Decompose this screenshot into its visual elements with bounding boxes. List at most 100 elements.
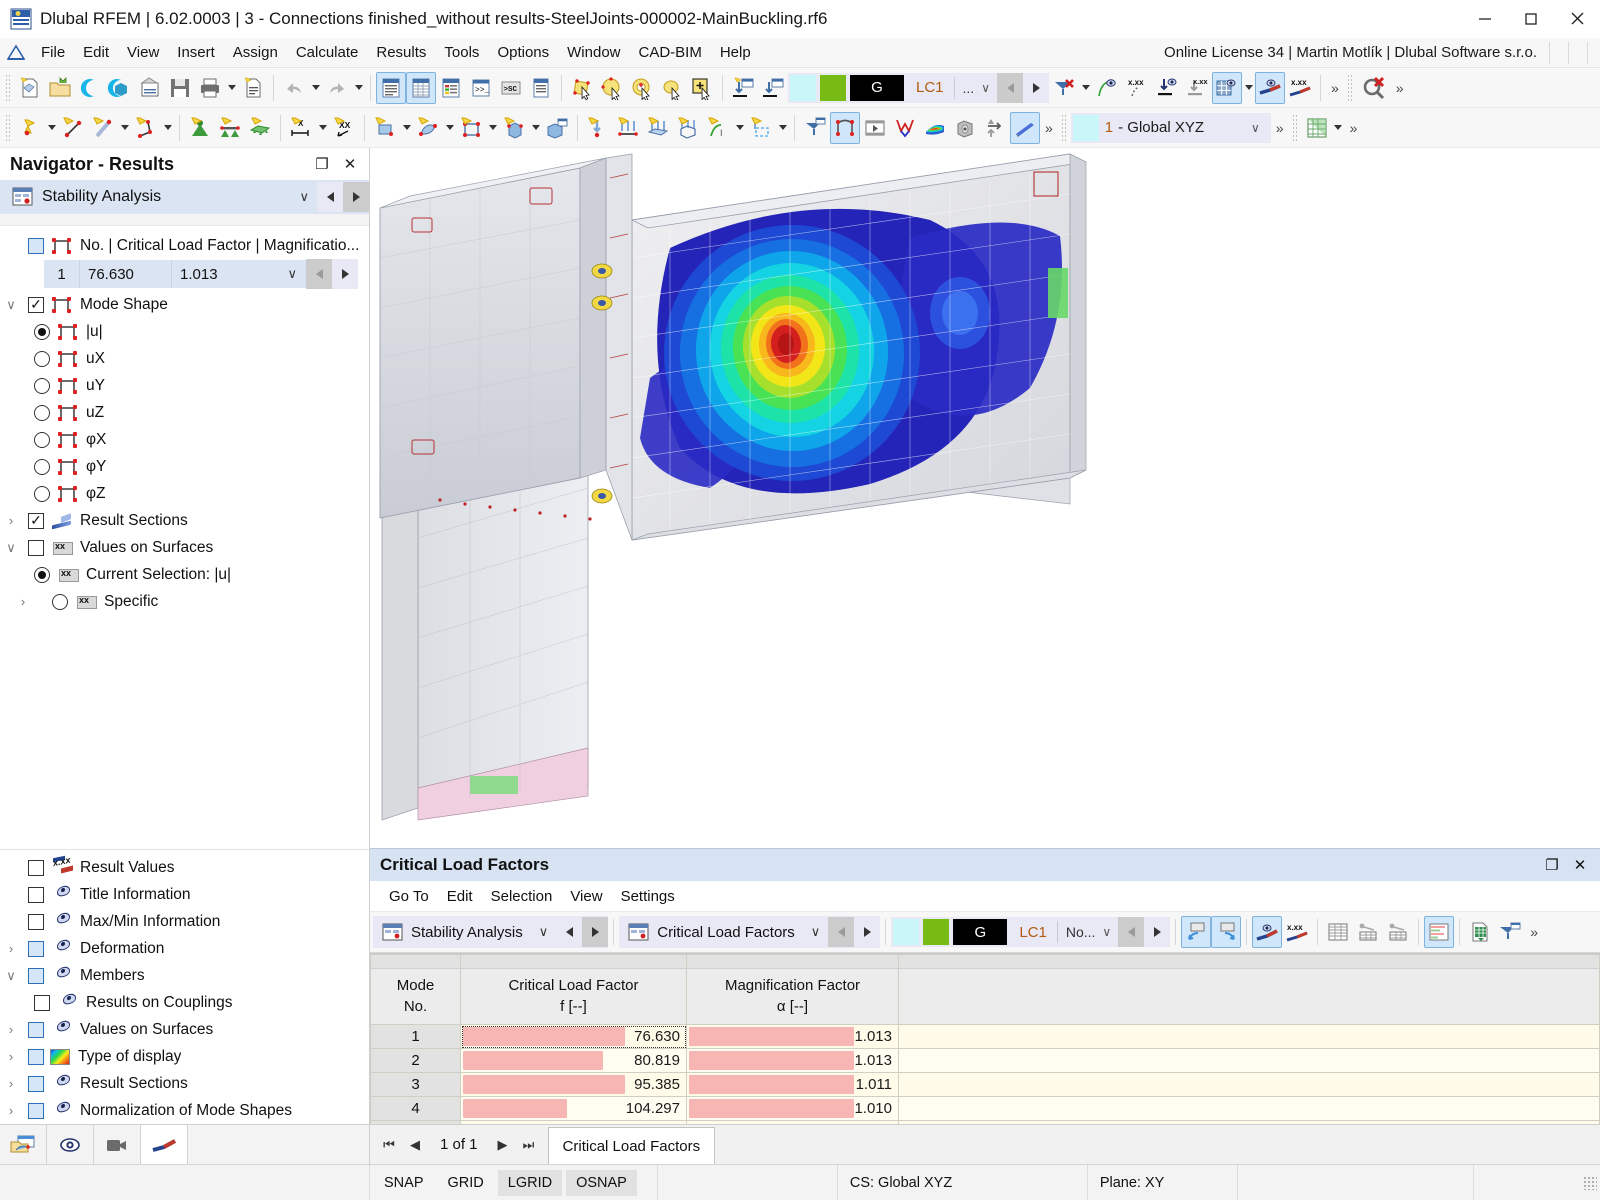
imposed-deformation-icon[interactable] <box>746 112 776 144</box>
pager-prev-button[interactable]: ◀ <box>402 1130 428 1160</box>
tree-item-type-of-display[interactable]: › Type of display <box>0 1043 369 1070</box>
maximize-button[interactable] <box>1508 0 1554 38</box>
new-curved-surface-dropdown-caret[interactable] <box>443 112 456 144</box>
tree-item-members[interactable]: ∨ Members <box>0 962 369 989</box>
load-case-next-button[interactable] <box>1023 72 1049 103</box>
results-panel-undock-icon[interactable]: ❐ <box>1538 851 1566 879</box>
checkbox-mode-shape[interactable] <box>28 296 44 313</box>
checkbox-type-of-display[interactable] <box>28 1048 44 1065</box>
print-icon[interactable] <box>195 72 225 104</box>
tree-expander-specific[interactable]: › <box>0 594 46 609</box>
status-coordinate-system[interactable]: CS: Global XYZ <box>836 1164 1087 1200</box>
minimize-button[interactable] <box>1462 0 1508 38</box>
new-curved-surface-icon[interactable] <box>413 112 443 144</box>
radio-phiy[interactable] <box>34 458 50 475</box>
menu-options[interactable]: Options <box>488 40 558 65</box>
new-node-dropdown-caret[interactable] <box>45 112 58 144</box>
load-case-import-icon[interactable] <box>758 72 788 104</box>
open-folder-icon[interactable] <box>45 72 75 104</box>
tree-item-normalization-of-mode-shapes[interactable]: › Normalization of Mode Shapes <box>0 1097 369 1124</box>
tree-expander-values-on-surfaces-display[interactable]: › <box>0 1022 22 1037</box>
redo-dropdown-caret[interactable] <box>352 72 365 104</box>
show-deformation-icon[interactable] <box>830 111 860 144</box>
tree-item-ux[interactable]: uX <box>0 345 369 372</box>
new-member-icon[interactable] <box>88 112 118 144</box>
surfaces-display-icon[interactable] <box>1212 71 1242 104</box>
surfaces-display-dropdown-caret[interactable] <box>1242 72 1255 104</box>
pager-next-button[interactable]: ▶ <box>490 1130 516 1160</box>
results-load-case-selector[interactable]: G LC1 No... ∨ <box>891 917 1119 947</box>
bar-chart-view-icon[interactable] <box>1424 916 1455 948</box>
result-values-xxx-icon[interactable]: x.xx <box>1122 72 1152 104</box>
results-menu-go-to[interactable]: Go To <box>380 885 438 908</box>
support-reactions-icon[interactable] <box>980 112 1010 144</box>
radio-u-abs[interactable] <box>34 323 50 340</box>
table-view-filtered-icon[interactable] <box>1383 916 1413 948</box>
new-member-dropdown-caret[interactable] <box>118 112 131 144</box>
show-result-values-table-icon[interactable]: x.xx <box>1282 916 1312 948</box>
checkbox-results-on-couplings[interactable] <box>34 994 50 1011</box>
tree-expander-mode-shape[interactable]: ∨ <box>0 297 22 313</box>
tree-item-phiz[interactable]: φZ <box>0 480 369 507</box>
undo-icon[interactable] <box>279 72 309 104</box>
nodal-load-icon[interactable] <box>583 112 613 144</box>
deformation-eye-icon[interactable] <box>1152 72 1182 104</box>
model-viewport-3d[interactable] <box>370 148 1600 848</box>
export-dropdown-caret[interactable] <box>1332 112 1345 144</box>
menu-file[interactable]: File <box>32 40 74 65</box>
radio-current-selection[interactable] <box>34 566 50 583</box>
tree-expander-values-on-surfaces[interactable]: ∨ <box>0 540 22 556</box>
new-surface-dropdown-caret[interactable] <box>400 112 413 144</box>
tree-item-results-on-couplings[interactable]: Results on Couplings <box>0 989 369 1016</box>
cell-critical-load-factor[interactable]: 80.819 <box>460 1048 687 1073</box>
checkbox-deformation[interactable] <box>28 940 44 957</box>
chevron-down-icon[interactable]: ∨ <box>278 266 306 282</box>
model-info-icon[interactable] <box>135 72 165 104</box>
coordinate-system-selector[interactable]: 1 - Global XYZ ∨ <box>1070 112 1271 143</box>
chevron-down-icon[interactable]: ∨ <box>803 924 829 940</box>
checkbox-normalization[interactable] <box>28 1102 44 1119</box>
radio-uy[interactable] <box>34 377 50 394</box>
clear-search-results-icon[interactable] <box>1357 72 1391 104</box>
toolbar-overflow-chevron-3[interactable]: » <box>1040 120 1058 136</box>
chevron-down-icon[interactable]: ∨ <box>531 924 557 940</box>
cell-magnification-factor[interactable]: 1.010 <box>686 1096 899 1121</box>
dimension-icon[interactable]: X <box>286 112 316 144</box>
close-button[interactable] <box>1554 0 1600 38</box>
save-icon[interactable] <box>165 72 195 104</box>
script-console-icon[interactable]: >SC <box>496 72 526 104</box>
menu-cad-bim[interactable]: CAD-BIM <box>630 40 711 65</box>
table-row[interactable]: 3 95.385 1.011 <box>370 1072 1600 1097</box>
tree-item-deformation[interactable]: › Deformation <box>0 935 369 962</box>
toolbar-grip[interactable] <box>1060 113 1068 142</box>
chevron-down-icon[interactable]: ∨ <box>1095 925 1118 939</box>
tree-item-mode-shape[interactable]: ∨ Mode Shape <box>0 291 369 318</box>
tree-item-result-values[interactable]: Result Values <box>0 854 369 881</box>
animation-icon[interactable] <box>860 112 890 144</box>
new-load-case-icon[interactable] <box>728 72 758 104</box>
new-node-icon[interactable] <box>15 112 45 144</box>
menu-edit[interactable]: Edit <box>74 40 118 65</box>
text-annotation-icon[interactable]: XX <box>329 112 359 144</box>
cell-magnification-factor[interactable]: 1.013 <box>686 1024 899 1049</box>
toolbar-grip[interactable] <box>5 113 12 142</box>
print-dropdown-caret[interactable] <box>225 72 238 104</box>
tree-item-title-information[interactable]: Title Information <box>0 881 369 908</box>
results-menu-settings[interactable]: Settings <box>612 885 684 908</box>
cloud-open-icon[interactable] <box>75 72 105 104</box>
printout-report-icon[interactable] <box>238 72 268 104</box>
status-snap-button[interactable]: SNAP <box>374 1170 434 1196</box>
tree-expander-deformation[interactable]: › <box>0 941 22 956</box>
data-panel-icon[interactable] <box>526 72 556 104</box>
surface-support-icon[interactable] <box>245 112 275 144</box>
tree-expander-type-of-display[interactable]: › <box>0 1049 22 1064</box>
menu-help[interactable]: Help <box>711 40 760 65</box>
select-surface-icon[interactable] <box>567 72 597 104</box>
dimension-dropdown-caret[interactable] <box>316 112 329 144</box>
show-result-values-icon[interactable] <box>1092 72 1122 104</box>
tree-expander-members[interactable]: ∨ <box>0 968 22 984</box>
tab-critical-load-factors[interactable]: Critical Load Factors <box>547 1126 716 1165</box>
load-case-prev-button[interactable] <box>997 72 1023 103</box>
status-grid-button[interactable]: GRID <box>438 1170 494 1196</box>
analysis-type-selector[interactable]: Stability Analysis ∨ <box>0 180 369 214</box>
